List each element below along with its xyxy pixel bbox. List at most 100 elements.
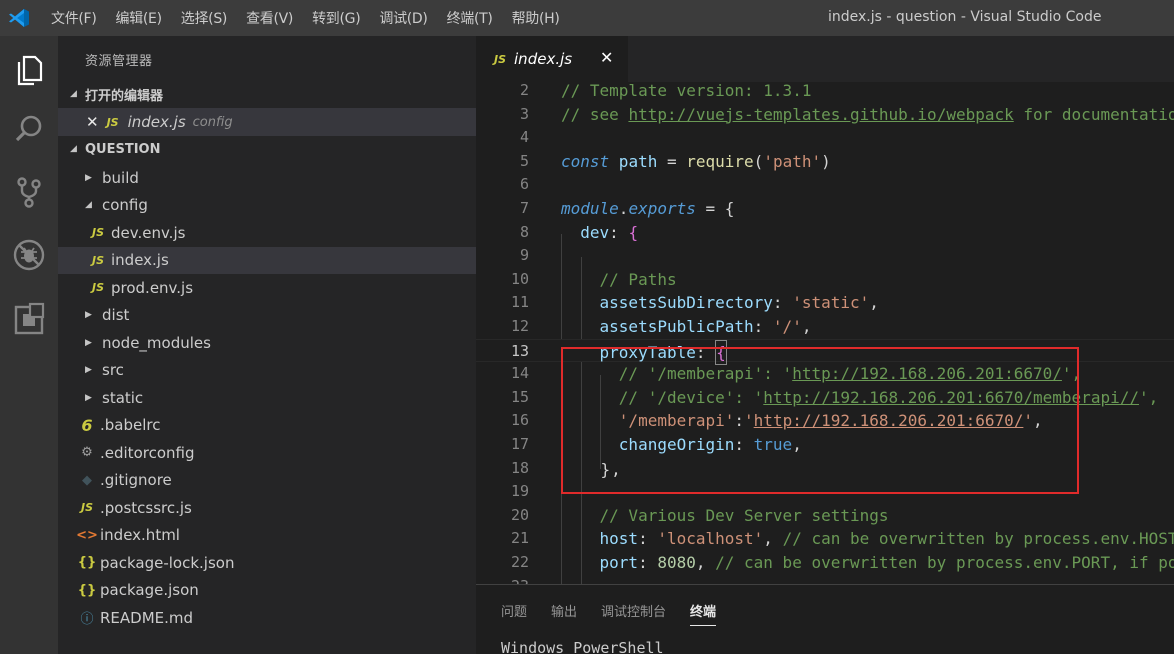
code-editor[interactable]: 2 // Template version: 1.3.1 3 // see http:… bbox=[476, 82, 1174, 584]
tab-debug-console[interactable]: 调试控制台 bbox=[601, 601, 666, 626]
source-control-icon[interactable] bbox=[9, 172, 49, 212]
vscode-logo-icon bbox=[9, 9, 29, 27]
debug-icon[interactable] bbox=[9, 235, 49, 275]
tree-item-dev-env-js[interactable]: JS dev.env.js bbox=[58, 219, 476, 246]
open-editors-header[interactable]: ◢ 打开的编辑器 bbox=[58, 81, 476, 107]
line-number: 18 bbox=[510, 458, 529, 477]
close-icon[interactable]: ✕ bbox=[600, 48, 613, 67]
explorer-icon[interactable] bbox=[9, 49, 49, 89]
tree-item-editorconfig[interactable]: ⚙ .editorconfig bbox=[58, 439, 476, 466]
line-number: 21 bbox=[510, 529, 529, 548]
code-line[interactable]: 5 const path = require('path') bbox=[476, 150, 1174, 174]
code-line[interactable]: 16 '/memberapi':'http://192.168.206.201:… bbox=[476, 409, 1174, 433]
js-file-icon: JS bbox=[91, 253, 104, 267]
code-text: // '/device': 'http://192.168.206.201:66… bbox=[618, 387, 1159, 407]
code-text: // Paths bbox=[599, 269, 677, 289]
code-text: // '/memberapi': 'http://192.168.206.201… bbox=[618, 364, 1082, 384]
tab-label: index.js bbox=[514, 50, 573, 68]
code-text: // Template version: 1.3.1 bbox=[561, 82, 812, 100]
tab-terminal[interactable]: 终端 bbox=[690, 601, 717, 626]
tree-item-label: prod.env.js bbox=[111, 278, 194, 297]
menu-edit[interactable]: 编辑(E) bbox=[115, 8, 162, 28]
js-file-icon: JS bbox=[80, 501, 93, 514]
tree-item-label: .editorconfig bbox=[100, 443, 195, 462]
code-line[interactable]: 6 bbox=[476, 173, 1174, 197]
open-editor-item[interactable]: ✕ JS index.js config bbox=[58, 108, 476, 136]
code-line[interactable]: 20 // Various Dev Server settings bbox=[476, 504, 1174, 528]
code-line[interactable]: 14 // '/memberapi': 'http://192.168.206.… bbox=[476, 362, 1174, 386]
code-line[interactable]: 10 // Paths bbox=[476, 268, 1174, 292]
tree-item-babelrc[interactable]: 6 .babelrc bbox=[58, 412, 476, 439]
menu-go[interactable]: 转到(G) bbox=[312, 8, 361, 28]
code-line[interactable]: 18 }, bbox=[476, 457, 1174, 481]
tree-item-static[interactable]: ▶ static bbox=[58, 384, 476, 411]
tree-item-src[interactable]: ▶ src bbox=[58, 357, 476, 384]
tab-problems[interactable]: 问题 bbox=[501, 601, 527, 626]
code-text: dev: { bbox=[580, 222, 639, 242]
tree-item-label: config bbox=[102, 196, 148, 214]
line-number: 8 bbox=[519, 222, 529, 241]
code-line[interactable]: 19 bbox=[476, 480, 1174, 504]
code-line[interactable]: 3 // see http://vuejs-templates.github.io… bbox=[476, 103, 1174, 127]
tree-item-gitignore[interactable]: ◆ .gitignore bbox=[58, 467, 476, 494]
tree-item-package-lock-json[interactable]: {} package-lock.json bbox=[58, 549, 476, 576]
menu-view[interactable]: 查看(V) bbox=[246, 8, 293, 28]
tree-item-build[interactable]: ▶ build bbox=[58, 164, 476, 191]
tree-item-label: node_modules bbox=[102, 333, 211, 352]
code-line[interactable]: 22 port: 8080, // can be overwritten by … bbox=[476, 551, 1174, 575]
html-icon: <> bbox=[76, 527, 98, 543]
tree-item-node-modules[interactable]: ▶ node_modules bbox=[58, 329, 476, 356]
code-line[interactable]: 23 bbox=[476, 575, 1174, 584]
menu-help[interactable]: 帮助(H) bbox=[512, 8, 560, 28]
code-line[interactable]: 8 dev: { bbox=[476, 221, 1174, 245]
tree-item-label: package-lock.json bbox=[100, 553, 235, 572]
tree-item-postcssrc-js[interactable]: JS .postcssrc.js bbox=[58, 494, 476, 521]
code-line[interactable]: 21 host: 'localhost', // can be overwrit… bbox=[476, 527, 1174, 551]
menu-selection[interactable]: 选择(S) bbox=[181, 8, 228, 28]
code-line[interactable]: 12 assetsPublicPath: '/', bbox=[476, 315, 1174, 339]
tab-index-js[interactable]: JS index.js ✕ bbox=[476, 36, 628, 82]
project-header[interactable]: ◢ QUESTION bbox=[58, 136, 476, 162]
tree-item-dist[interactable]: ▶ dist bbox=[58, 302, 476, 329]
line-number: 12 bbox=[510, 317, 529, 335]
line-number: 9 bbox=[519, 246, 529, 265]
code-line[interactable]: 15 // '/device': 'http://192.168.206.201… bbox=[476, 386, 1174, 410]
close-icon[interactable]: ✕ bbox=[86, 113, 99, 131]
menu-debug[interactable]: 调试(D) bbox=[379, 8, 428, 28]
code-line[interactable]: 17 changeOrigin: true, bbox=[476, 433, 1174, 457]
menu-terminal[interactable]: 终端(T) bbox=[447, 8, 493, 28]
tree-item-label: build bbox=[102, 168, 139, 187]
code-text: assetsPublicPath: '/', bbox=[599, 317, 812, 336]
tree-item-label: dist bbox=[102, 306, 130, 324]
line-number: 7 bbox=[519, 199, 529, 217]
tree-item-prod-env-js[interactable]: JS prod.env.js bbox=[58, 274, 476, 301]
tab-output[interactable]: 输出 bbox=[551, 601, 577, 626]
code-line[interactable]: 7 module.exports = { bbox=[476, 197, 1174, 221]
code-line[interactable]: 11 assetsSubDirectory: 'static', bbox=[476, 291, 1174, 315]
menu-file[interactable]: 文件(F) bbox=[51, 8, 97, 28]
code-line[interactable]: 13 proxyTable: { bbox=[476, 338, 1174, 366]
code-line[interactable]: 2 // Template version: 1.3.1 bbox=[476, 82, 1174, 103]
extensions-icon[interactable] bbox=[9, 298, 49, 338]
line-number: 14 bbox=[510, 364, 529, 383]
code-line[interactable]: 4 bbox=[476, 126, 1174, 150]
tree-item-index-js[interactable]: JS index.js bbox=[58, 246, 476, 274]
tree-item-label: index.html bbox=[100, 526, 180, 544]
panel-tabs: 问题 输出 调试控制台 终端 bbox=[501, 601, 740, 626]
chevron-down-icon: ◢ bbox=[70, 144, 77, 154]
tree-item-index-html[interactable]: <> index.html bbox=[58, 522, 476, 549]
terminal-output[interactable]: Windows PowerShell bbox=[501, 639, 664, 654]
line-number: 5 bbox=[519, 151, 529, 170]
tree-item-package-json[interactable]: {} package.json bbox=[58, 577, 476, 604]
chevron-right-icon: ▶ bbox=[85, 337, 92, 348]
code-text: module.exports = { bbox=[561, 199, 735, 218]
code-text: changeOrigin: true, bbox=[618, 435, 802, 454]
tree-item-label: dev.env.js bbox=[111, 223, 186, 242]
line-number: 11 bbox=[510, 293, 529, 312]
tree-item-config[interactable]: ◢ config bbox=[58, 192, 476, 219]
search-icon[interactable] bbox=[9, 109, 49, 149]
line-number: 23 bbox=[476, 575, 529, 584]
code-line[interactable]: 9 bbox=[476, 244, 1174, 268]
tree-item-readme-md[interactable]: ⓘ README.md bbox=[58, 604, 476, 631]
chevron-right-icon: ▶ bbox=[85, 392, 92, 403]
